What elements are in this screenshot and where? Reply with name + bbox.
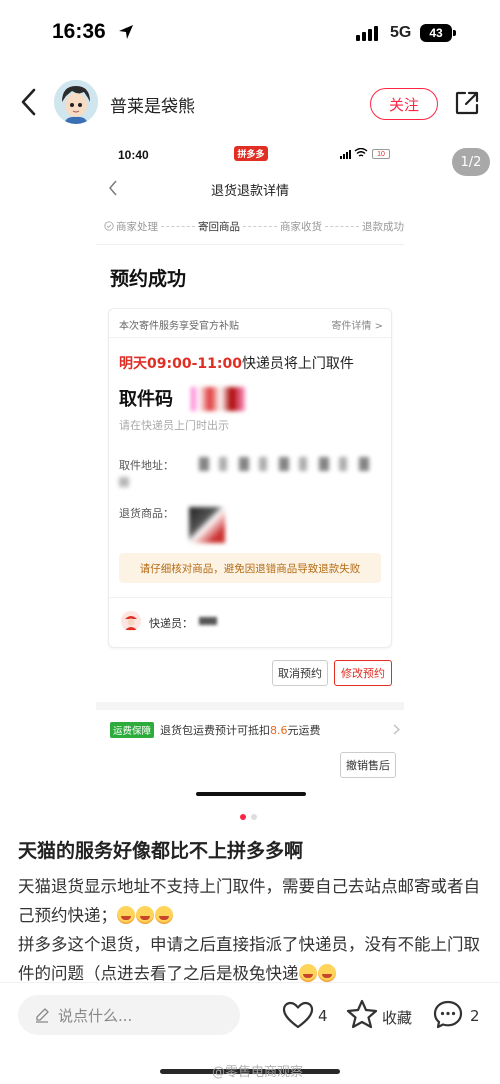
pickup-card: 本次寄件服务享受官方补贴 寄件详情 > 明天09:00-11:00快递员将上门取…: [108, 308, 392, 648]
divider: [109, 597, 391, 598]
crying-emoji-icon: [117, 906, 135, 924]
share-icon[interactable]: [454, 90, 480, 116]
divider: [109, 337, 391, 338]
step-divider: [243, 225, 277, 227]
status-time: 16:36: [52, 20, 106, 43]
follow-button[interactable]: 关注: [370, 88, 438, 120]
comment-count[interactable]: 2: [470, 1007, 480, 1025]
shipping-guarantee-badge: 运费保障: [110, 722, 155, 738]
carousel-dot-active[interactable]: [240, 814, 246, 820]
pickup-code-hint: 请在快递员上门时出示: [119, 419, 229, 432]
step-2: 寄回商品: [198, 219, 240, 234]
pickup-time-window: 明天09:00-11:00: [119, 356, 242, 372]
step-3: 商家收货: [280, 219, 322, 234]
address-redacted: [119, 477, 129, 487]
app-badge: 拼多多: [234, 146, 268, 161]
courier-label: 快递员：: [149, 617, 193, 630]
goods-label: 退货商品：: [119, 507, 174, 520]
avatar[interactable]: [54, 80, 98, 124]
step-label: 退款成功: [362, 220, 404, 233]
pickup-code-redacted: [191, 387, 245, 411]
author-name[interactable]: 普莱是袋熊: [110, 92, 195, 117]
embedded-signal-icon: [340, 150, 351, 159]
location-arrow-icon: [119, 25, 133, 39]
booking-status-heading: 预约成功: [110, 268, 187, 290]
post-body: 天猫退货显示地址不支持上门取件，需要自己去站点邮寄或者自己预约快递； 拼多多这个…: [18, 872, 488, 984]
shipping-text-after: 元运费: [287, 724, 321, 737]
step-label: 寄回商品: [198, 220, 240, 233]
shipment-detail-link: 寄件详情 >: [331, 321, 383, 332]
warning-banner: 请仔细核对商品，避免因退错商品导致退款失败: [119, 553, 381, 583]
pickup-code-label: 取件码: [119, 389, 173, 410]
crying-emoji-icon: [136, 906, 154, 924]
image-page-indicator: 1/2: [452, 148, 490, 176]
heart-icon[interactable]: [282, 1001, 314, 1029]
shipping-text: 退货包运费预计可抵扣: [160, 724, 271, 737]
post-title: 天猫的服务好像都比不上拼多多啊: [18, 840, 304, 862]
crying-emoji-icon: [155, 906, 173, 924]
refund-page-title: 退货退款详情: [210, 184, 289, 199]
step-label: 商家处理: [116, 220, 158, 233]
network-type: 5G: [390, 24, 412, 41]
post-paragraph: 天猫退货显示地址不支持上门取件，需要自己去站点邮寄或者自己预约快递；: [18, 872, 488, 930]
star-icon[interactable]: [346, 999, 378, 1029]
watermark: @零售电商观察: [212, 1065, 304, 1080]
section-gap: [96, 702, 404, 710]
comment-placeholder: 说点什么...: [58, 1006, 133, 1025]
post-header: 普莱是袋熊 关注: [0, 72, 500, 134]
carousel-dots[interactable]: [240, 814, 257, 820]
wifi-icon: [354, 148, 368, 157]
pencil-icon: [36, 1008, 49, 1023]
cancel-booking-button: 取消预约: [272, 660, 328, 686]
divider: [96, 244, 404, 245]
comment-icon[interactable]: [432, 999, 464, 1029]
goods-image-redacted: [189, 507, 225, 543]
step-4: 退款成功: [362, 219, 404, 234]
modify-booking-button: 修改预约: [334, 660, 392, 686]
status-bar: 16:36 5G 43: [0, 0, 500, 68]
courier-avatar-icon: [121, 611, 141, 631]
favorite-label[interactable]: 收藏: [382, 1007, 412, 1028]
step-divider: [325, 225, 359, 227]
bottom-action-bar: 说点什么... 4 收藏 2 @零售电商观察: [0, 982, 500, 1084]
battery-icon: 43: [420, 24, 452, 42]
post-paragraph-text: 天猫退货显示地址不支持上门取件，需要自己去站点邮寄或者自己预约快递；: [18, 877, 480, 925]
cell-signal-icon: [356, 26, 378, 41]
shipping-amount: 8.6: [270, 723, 288, 737]
subsidy-note: 本次寄件服务享受官方补贴: [119, 321, 239, 332]
step-divider: [161, 225, 195, 227]
crying-emoji-icon: [298, 964, 317, 982]
embedded-status-time: 10:40: [118, 148, 149, 162]
embedded-battery-icon: 10: [372, 149, 390, 159]
address-label: 取件地址：: [119, 459, 174, 472]
embedded-home-indicator: [196, 792, 306, 796]
battery-cap: [453, 30, 456, 36]
carousel-dot[interactable]: [251, 814, 257, 820]
pickup-time-text: 快递员将上门取件: [241, 356, 354, 372]
post-paragraph: 拼多多这个退货，申请之后直接指派了快递员，没有不能上门取件的问题（点进去看了之后…: [18, 930, 488, 984]
refund-steps: 商家处理 寄回商品 商家收货 退款成功: [104, 218, 404, 234]
check-circle-icon: [104, 221, 114, 231]
back-icon[interactable]: [18, 86, 40, 118]
chevron-right-icon: [393, 724, 400, 735]
pickup-time: 明天09:00-11:00快递员将上门取件: [119, 353, 354, 373]
step-1: 商家处理: [104, 219, 158, 234]
courier-name-redacted: [199, 617, 217, 625]
step-label: 商家收货: [280, 220, 322, 233]
address-redacted: [199, 457, 379, 471]
post-paragraph-text: 拼多多这个退货，申请之后直接指派了快递员，没有不能上门取件的问题（点进去看了之后…: [18, 935, 480, 983]
shipping-guarantee-row: 运费保障 退货包运费预计可抵扣 8.6 元运费: [110, 720, 400, 740]
comment-input[interactable]: 说点什么...: [18, 995, 240, 1035]
crying-emoji-icon: [317, 964, 336, 982]
revoke-aftersale-button: 撤销售后: [340, 752, 396, 778]
like-count[interactable]: 4: [318, 1007, 328, 1025]
post-image[interactable]: 10:40 拼多多 10 退货退款详情 商家处理 寄回商品 商家收货 退款成功 …: [96, 138, 404, 788]
